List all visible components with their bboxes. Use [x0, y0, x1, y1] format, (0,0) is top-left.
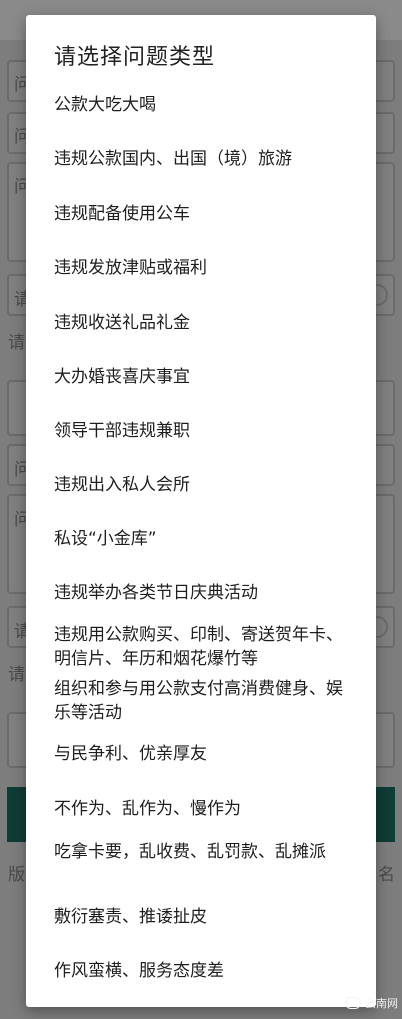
option-item[interactable]: 违规发放津贴或福利: [54, 256, 354, 280]
bg-label: 请: [8, 665, 25, 685]
option-item[interactable]: 领导干部违规兼职: [54, 419, 354, 443]
option-item[interactable]: 公款大吃大喝: [54, 93, 354, 117]
option-item[interactable]: 违规出入私人会所: [54, 473, 354, 497]
watermark: 云南网: [345, 995, 398, 1011]
option-item[interactable]: 私设“小金库”: [54, 527, 354, 551]
problem-type-dialog: 请选择问题类型 公款大吃大喝 违规公款国内、出国（境）旅游 违规配备使用公车 违…: [26, 15, 376, 1007]
option-item[interactable]: 与民争利、优亲厚友: [54, 742, 354, 766]
bg-label: 版: [8, 865, 25, 885]
option-item[interactable]: 作风蛮横、服务态度差: [54, 959, 354, 983]
option-item[interactable]: 不作为、乱作为、慢作为: [54, 797, 354, 821]
option-item[interactable]: 组织和参与用公款支付高消费健身、娱乐等活动: [54, 677, 354, 725]
wechat-icon: [345, 997, 361, 1009]
option-item[interactable]: 吃拿卡要，乱收费、乱罚款、乱摊派: [54, 840, 354, 864]
option-item[interactable]: 违规举办各类节日庆典活动: [54, 581, 354, 605]
bg-label: 请: [8, 333, 25, 353]
bg-label: 名: [378, 865, 395, 885]
option-item[interactable]: 违规公款国内、出国（境）旅游: [54, 147, 354, 171]
option-item[interactable]: 违规收送礼品礼金: [54, 311, 354, 335]
option-item[interactable]: 违规配备使用公车: [54, 202, 354, 226]
option-item[interactable]: 大办婚丧喜庆事宜: [54, 365, 354, 389]
option-item[interactable]: 敷衍塞责、推诿扯皮: [54, 905, 354, 929]
watermark-text: 云南网: [365, 997, 398, 1010]
option-item[interactable]: 违规用公款购买、印制、寄送贺年卡、明信片、年历和烟花爆竹等: [54, 623, 354, 671]
dialog-title: 请选择问题类型: [54, 45, 216, 70]
